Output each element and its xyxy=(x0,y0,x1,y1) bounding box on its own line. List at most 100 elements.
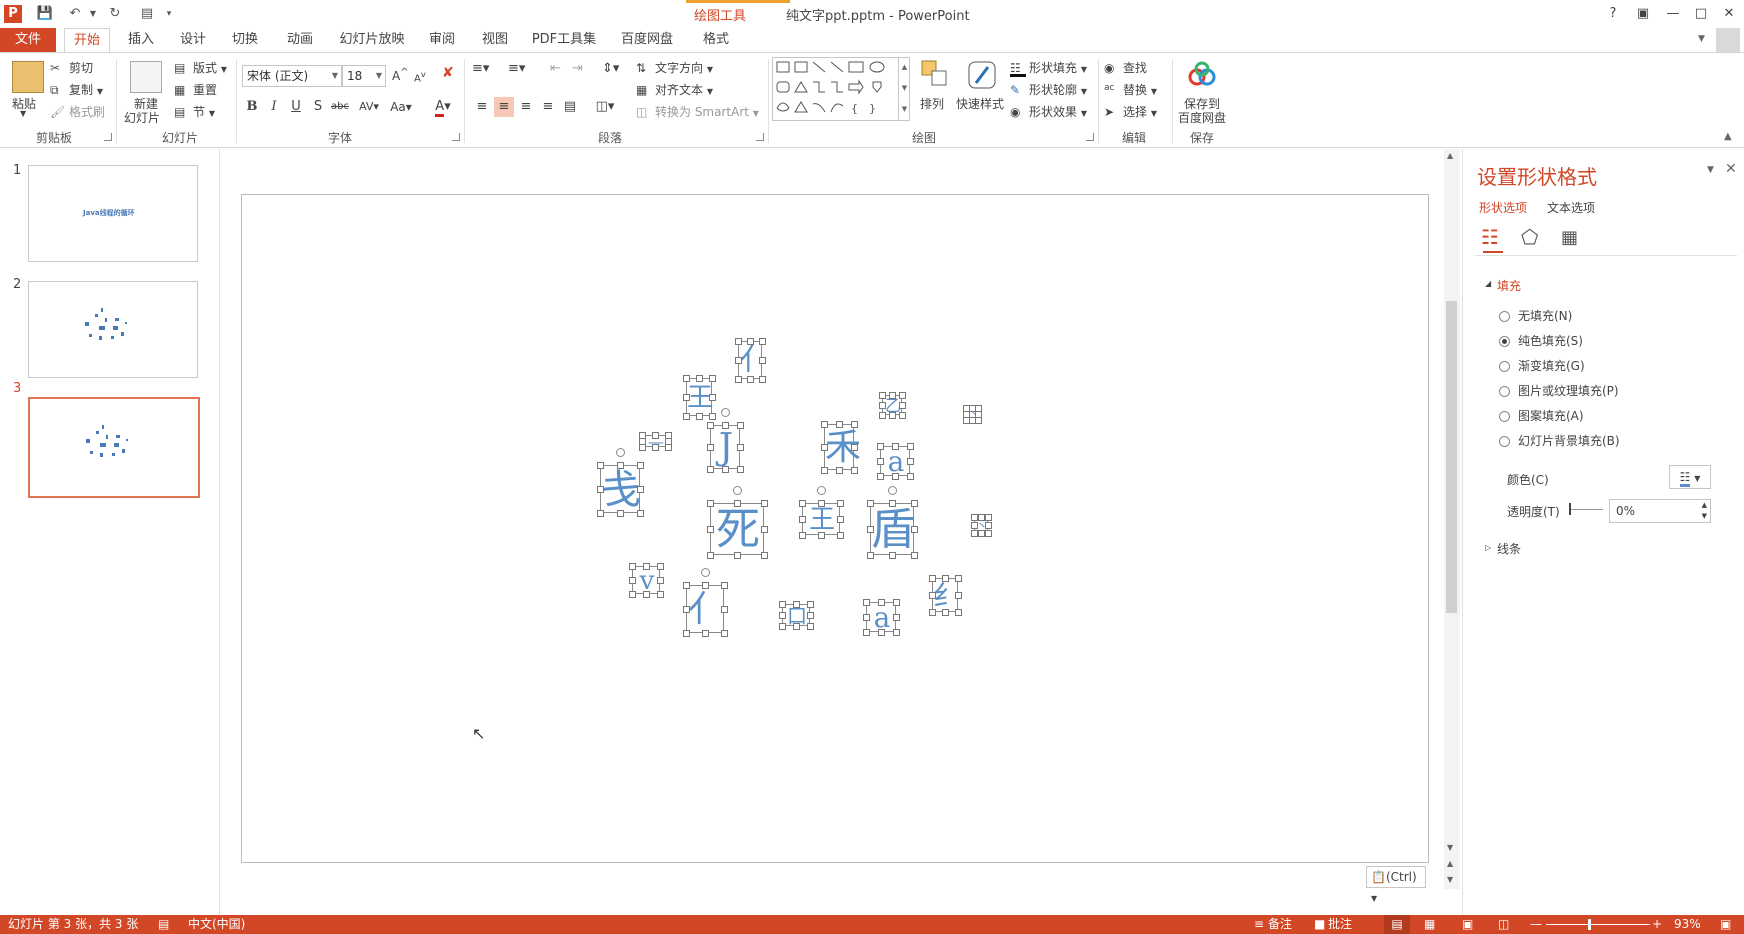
save-icon[interactable]: 💾 xyxy=(34,4,56,24)
paste-options-button[interactable]: 📋(Ctrl) ▼ xyxy=(1366,866,1426,903)
resize-handle[interactable] xyxy=(837,500,844,507)
notes-button[interactable]: 备注 xyxy=(1268,915,1292,934)
tab-text-options[interactable]: 文本选项 xyxy=(1547,199,1595,216)
resize-handle[interactable] xyxy=(643,563,650,570)
zoom-slider-track[interactable] xyxy=(1546,924,1650,925)
collapse-ribbon-icon[interactable]: ▲ xyxy=(1724,131,1732,142)
resize-handle[interactable] xyxy=(779,623,786,630)
text-box-glyph[interactable]: 乙 xyxy=(879,392,906,419)
language-status[interactable]: 中文(中国) xyxy=(188,915,245,934)
text-box-glyph[interactable]: 纟 xyxy=(929,575,962,616)
resize-handle[interactable] xyxy=(877,458,884,465)
resize-handle[interactable] xyxy=(878,599,885,606)
resize-handle[interactable] xyxy=(821,421,828,428)
text-box-glyph[interactable]: 口 xyxy=(779,601,814,630)
resize-handle[interactable] xyxy=(985,514,992,521)
bold-icon[interactable]: B xyxy=(242,97,262,117)
slide-thumbnail-1[interactable]: Java线程的循环 xyxy=(28,165,198,262)
line-section-header[interactable]: 线条 xyxy=(1497,540,1521,557)
copy-button[interactable]: ⧉ 复制 ▼ xyxy=(50,81,103,99)
reading-view-icon[interactable]: ▣ xyxy=(1462,915,1473,934)
resize-handle[interactable] xyxy=(851,444,858,451)
resize-handle[interactable] xyxy=(821,444,828,451)
resize-handle[interactable] xyxy=(683,375,690,382)
resize-handle[interactable] xyxy=(929,575,936,582)
ribbon-display-options-icon[interactable]: ▣ xyxy=(1630,3,1656,25)
resize-handle[interactable] xyxy=(657,563,664,570)
resize-handle[interactable] xyxy=(837,516,844,523)
paste-dropdown-icon[interactable]: ▼ xyxy=(20,109,26,118)
color-picker-button[interactable]: ☷ ▼ xyxy=(1669,465,1711,489)
tab-file[interactable]: 文件 xyxy=(0,28,56,52)
shape-outline-button[interactable]: ✎ 形状轮廓 ▼ xyxy=(1010,81,1087,99)
reset-button[interactable]: ▦ 重置 xyxy=(174,81,217,99)
columns-icon[interactable]: ◫▾ xyxy=(590,97,620,117)
spelling-icon[interactable]: ▤ xyxy=(158,915,169,934)
transparency-slider-handle[interactable] xyxy=(1569,503,1571,515)
numbering-icon[interactable]: ≡▾ xyxy=(508,61,525,76)
resize-handle[interactable] xyxy=(597,486,604,493)
strikethrough-icon[interactable]: abc xyxy=(330,97,350,117)
resize-handle[interactable] xyxy=(597,510,604,517)
resize-handle[interactable] xyxy=(892,443,899,450)
align-right-icon[interactable]: ≡ xyxy=(516,97,536,117)
font-name-combo[interactable]: 宋体 (正文) ▼ xyxy=(242,65,342,87)
select-button[interactable]: ➤ 选择 ▼ xyxy=(1104,103,1157,121)
resize-handle[interactable] xyxy=(985,522,992,529)
resize-handle[interactable] xyxy=(879,392,886,399)
align-left-icon[interactable]: ≡ xyxy=(472,97,492,117)
cut-button[interactable]: ✂ 剪切 xyxy=(50,59,93,77)
resize-handle[interactable] xyxy=(942,575,949,582)
resize-handle[interactable] xyxy=(722,466,729,473)
resize-handle[interactable] xyxy=(978,514,985,521)
font-color-icon[interactable]: A▾ xyxy=(428,97,458,117)
undo-dropdown-icon[interactable]: ▼ xyxy=(82,4,104,24)
resize-handle[interactable] xyxy=(878,629,885,636)
resize-handle[interactable] xyxy=(971,514,978,521)
resize-handle[interactable] xyxy=(799,532,806,539)
resize-handle[interactable] xyxy=(899,412,906,419)
radio-picture-fill[interactable]: 图片或纹理填充(P) xyxy=(1499,382,1619,399)
convert-smartart-button[interactable]: ◫ 转换为 SmartArt ▼ xyxy=(636,103,759,121)
resize-handle[interactable] xyxy=(696,413,703,420)
clear-formatting-icon[interactable]: ✘ xyxy=(442,65,454,81)
resize-handle[interactable] xyxy=(793,601,800,608)
resize-handle[interactable] xyxy=(779,601,786,608)
resize-handle[interactable] xyxy=(683,630,690,637)
text-box-glyph[interactable]: J xyxy=(707,408,744,473)
replace-button[interactable]: ac 替换 ▼ xyxy=(1104,81,1157,99)
resize-handle[interactable] xyxy=(759,357,766,364)
resize-handle[interactable] xyxy=(929,609,936,616)
resize-handle[interactable] xyxy=(637,510,644,517)
resize-handle[interactable] xyxy=(851,467,858,474)
resize-handle[interactable] xyxy=(863,599,870,606)
tab-format[interactable]: 格式 xyxy=(692,28,740,52)
resize-handle[interactable] xyxy=(877,473,884,480)
transparency-slider-track[interactable] xyxy=(1569,509,1603,510)
comments-button[interactable]: 批注 xyxy=(1328,915,1352,934)
resize-handle[interactable] xyxy=(889,552,896,559)
radio-pattern-fill[interactable]: 图案填充(A) xyxy=(1499,407,1584,424)
resize-handle[interactable] xyxy=(836,421,843,428)
resize-handle[interactable] xyxy=(747,376,754,383)
help-icon[interactable]: ? xyxy=(1600,3,1626,25)
align-text-button[interactable]: ▦ 对齐文本 ▼ xyxy=(636,81,713,99)
resize-handle[interactable] xyxy=(721,606,728,613)
zoom-in-icon[interactable]: + xyxy=(1652,915,1662,934)
resize-handle[interactable] xyxy=(707,422,714,429)
text-box-glyph[interactable]: 丶 xyxy=(963,405,982,424)
resize-handle[interactable] xyxy=(707,526,714,533)
text-direction-button[interactable]: ⇅ 文字方向 ▼ xyxy=(636,59,713,77)
format-painter-button[interactable]: 🖌 格式刷 xyxy=(50,103,105,121)
resize-handle[interactable] xyxy=(799,500,806,507)
text-box-glyph[interactable]: 王 xyxy=(683,375,716,420)
resize-handle[interactable] xyxy=(683,394,690,401)
new-slide-label-2[interactable]: 幻灯片 xyxy=(124,109,160,126)
text-box-glyph[interactable]: 亻 xyxy=(735,338,769,383)
normal-view-icon[interactable]: ▤ xyxy=(1384,915,1410,934)
baidu-cloud-icon[interactable] xyxy=(1186,59,1218,91)
rotate-handle-icon[interactable] xyxy=(888,486,897,495)
paragraph-launcher-icon[interactable] xyxy=(756,133,764,141)
resize-handle[interactable] xyxy=(735,376,742,383)
fill-section-header[interactable]: 填充 xyxy=(1497,277,1521,294)
